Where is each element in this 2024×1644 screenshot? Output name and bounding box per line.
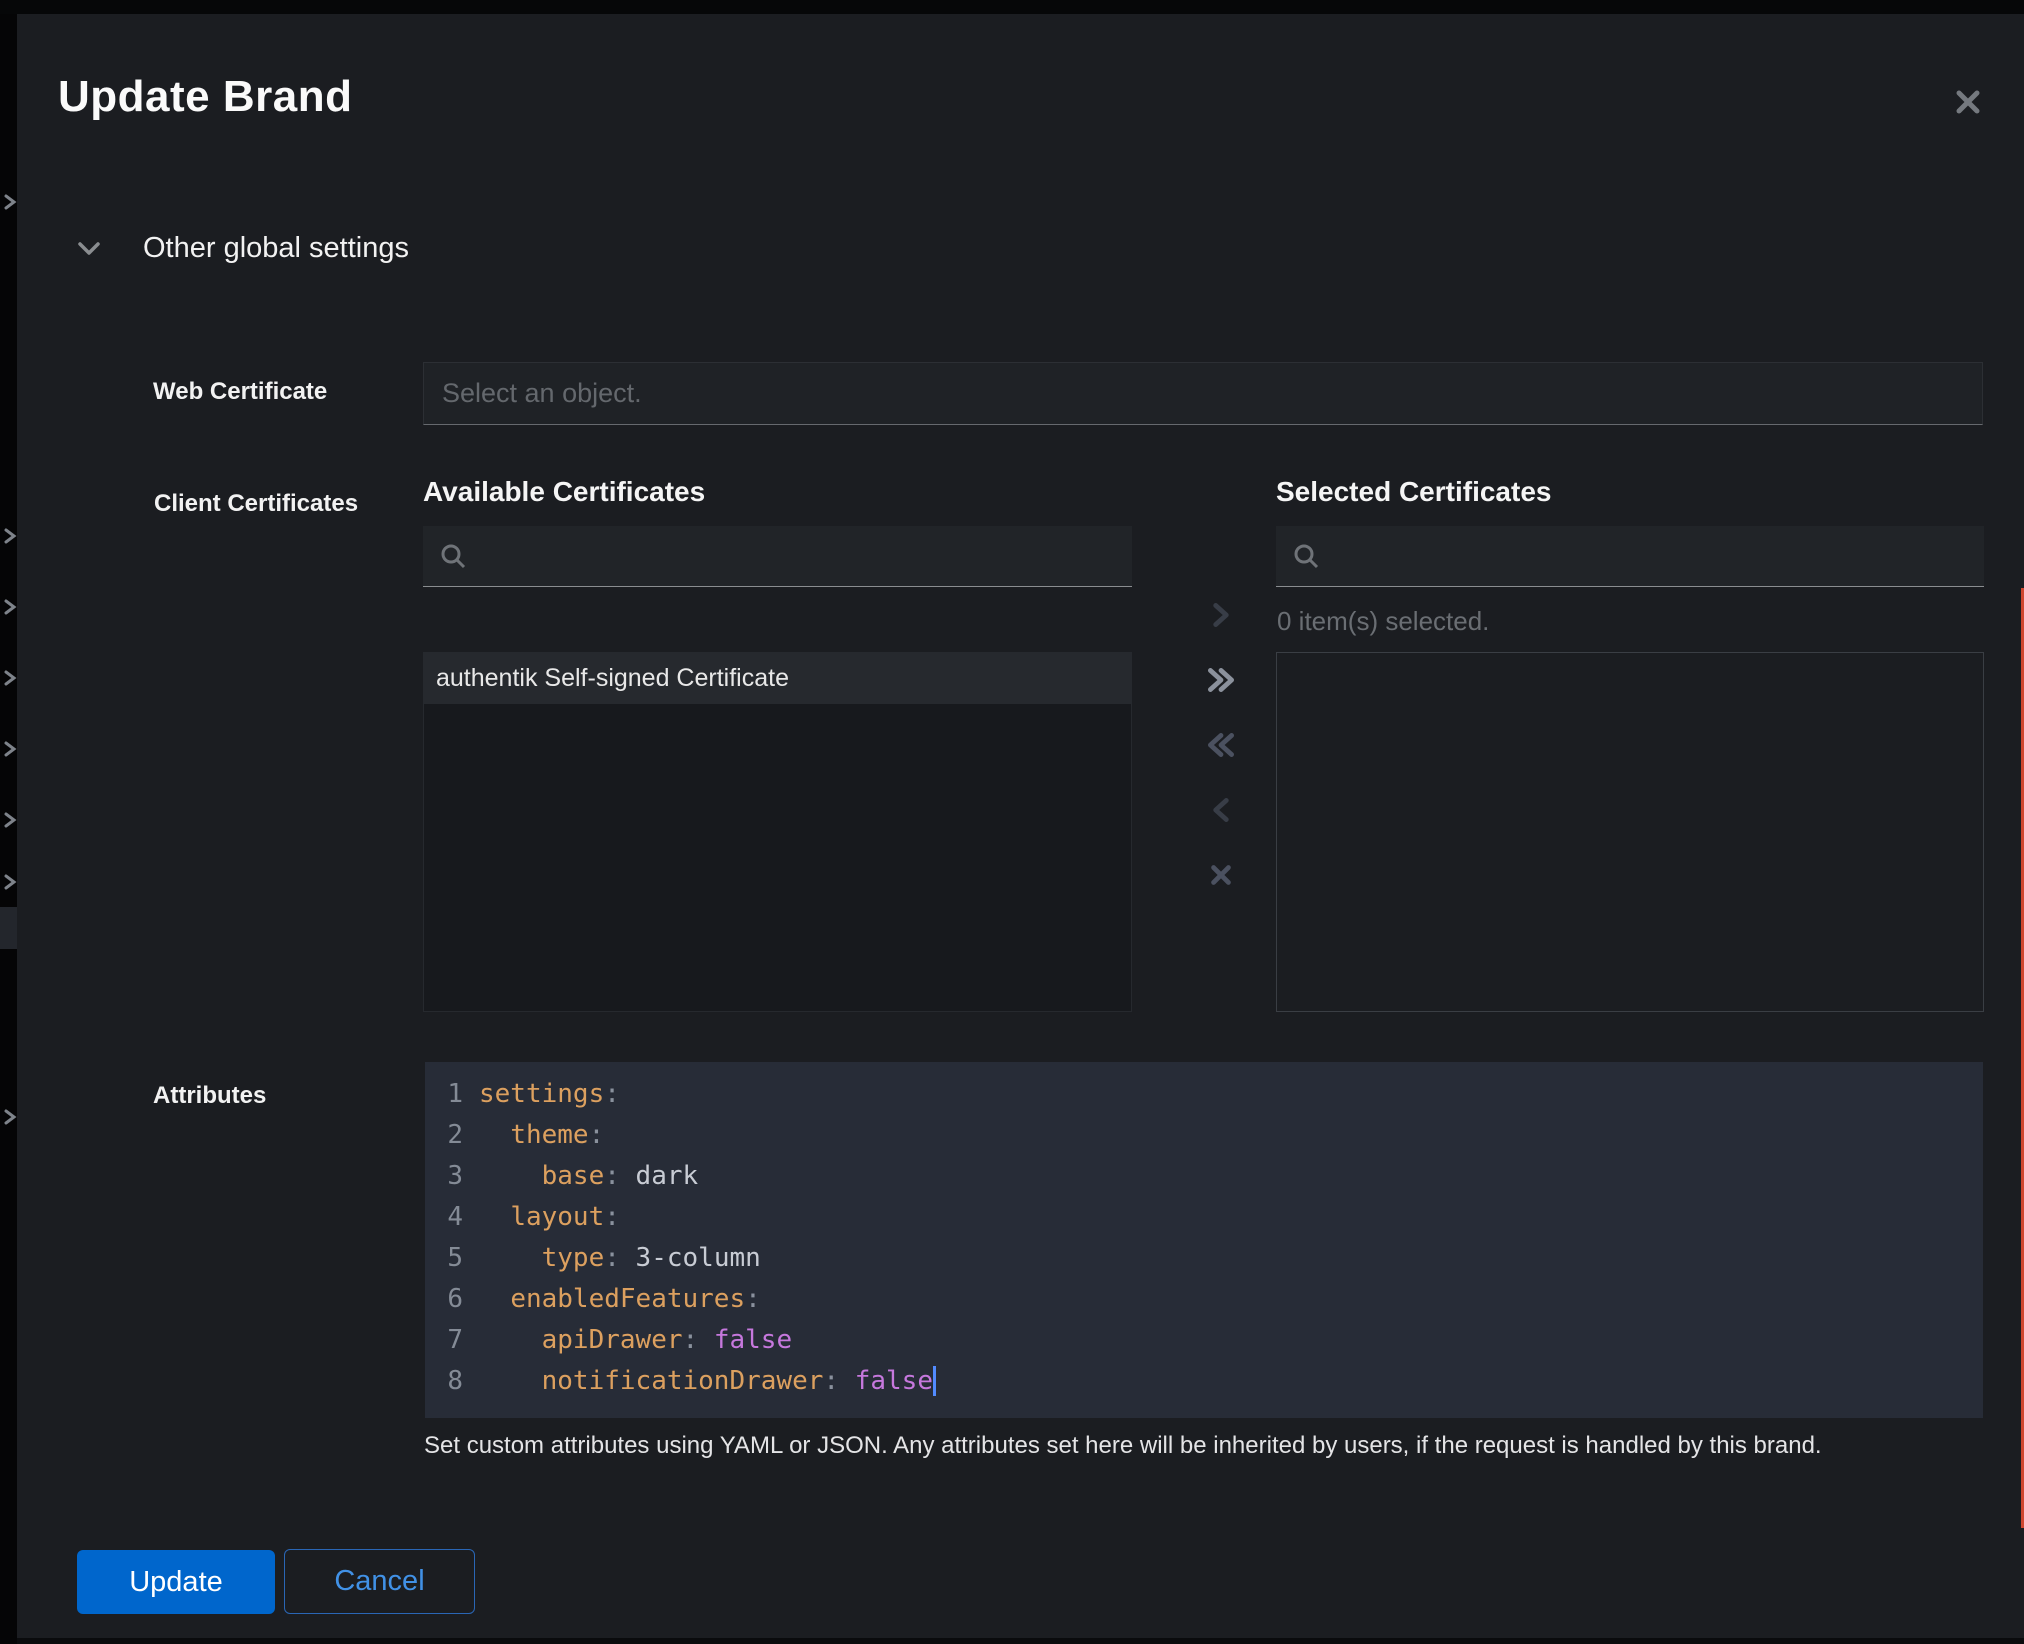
search-icon <box>1292 542 1320 570</box>
chevron-right-icon <box>3 194 17 210</box>
selected-search-input[interactable] <box>1332 541 1968 572</box>
code-line: 7 apiDrawer: false <box>441 1320 1967 1361</box>
web-certificate-select[interactable] <box>423 362 1983 425</box>
line-number: 6 <box>441 1279 463 1320</box>
code-line: 5 type: 3-column <box>441 1238 1967 1279</box>
available-certificates-heading: Available Certificates <box>423 476 705 508</box>
angle-double-right-icon <box>1204 663 1238 697</box>
available-certificates-list: authentik Self-signed Certificate <box>423 652 1132 1012</box>
chevron-right-icon <box>3 599 17 615</box>
line-number: 4 <box>441 1197 463 1238</box>
app-root: Update Brand Other global settings Web C… <box>0 0 2024 1644</box>
search-icon <box>439 542 467 570</box>
page-title: Update Brand <box>58 72 352 122</box>
section-toggle-other-global-settings[interactable]: Other global settings <box>77 232 409 265</box>
code-line: 6 enabledFeatures: <box>441 1279 1967 1320</box>
add-all-button[interactable] <box>1199 658 1243 702</box>
times-icon <box>1204 858 1238 892</box>
line-number: 1 <box>441 1074 463 1115</box>
chevron-right-icon <box>3 670 17 686</box>
transfer-controls <box>1184 593 1258 897</box>
page-edge-top <box>0 0 2024 14</box>
line-number: 7 <box>441 1320 463 1361</box>
sidebar-sliver <box>0 14 17 1644</box>
update-brand-modal: Update Brand Other global settings Web C… <box>17 14 2024 1638</box>
code-line: 2 theme: <box>441 1115 1967 1156</box>
angle-right-icon <box>1204 598 1238 632</box>
line-number: 2 <box>441 1115 463 1156</box>
chevron-down-icon <box>77 241 101 257</box>
line-number: 8 <box>441 1361 463 1402</box>
close-icon[interactable] <box>1942 76 1994 128</box>
available-search-input[interactable] <box>479 541 1116 572</box>
cancel-button[interactable]: Cancel <box>284 1549 475 1614</box>
chevron-right-icon <box>3 741 17 757</box>
add-selected-button[interactable] <box>1199 593 1243 637</box>
chevron-right-icon <box>3 874 17 890</box>
chevron-right-icon <box>3 812 17 828</box>
attributes-label: Attributes <box>153 1082 266 1110</box>
chevron-right-icon <box>3 528 17 544</box>
code-line: 4 layout: <box>441 1197 1967 1238</box>
code-line: 1settings: <box>441 1074 1967 1115</box>
available-search <box>423 526 1132 587</box>
attributes-code-editor[interactable]: 1settings:2 theme:3 base: dark4 layout:5… <box>425 1062 1983 1418</box>
selected-certificates-list <box>1276 652 1984 1012</box>
angle-double-left-icon <box>1204 728 1238 762</box>
angle-left-icon <box>1204 793 1238 827</box>
selected-status: 0 item(s) selected. <box>1277 606 1489 637</box>
code-line: 8 notificationDrawer: false <box>441 1361 1967 1402</box>
remove-selected-button[interactable] <box>1199 788 1243 832</box>
text-cursor <box>933 1366 936 1396</box>
web-certificate-label: Web Certificate <box>153 378 327 406</box>
client-certificates-label: Client Certificates <box>154 490 358 518</box>
sidebar-sliver-highlight <box>0 907 17 949</box>
code-line: 3 base: dark <box>441 1156 1967 1197</box>
selected-certificates-heading: Selected Certificates <box>1276 476 1551 508</box>
attributes-help-text: Set custom attributes using YAML or JSON… <box>424 1432 1954 1460</box>
list-item[interactable]: authentik Self-signed Certificate <box>424 653 1131 704</box>
line-number: 5 <box>441 1238 463 1279</box>
section-label: Other global settings <box>143 232 409 265</box>
remove-all-button[interactable] <box>1199 723 1243 767</box>
chevron-right-icon <box>3 1109 17 1125</box>
selected-search <box>1276 526 1984 587</box>
clear-selection-button[interactable] <box>1199 853 1243 897</box>
update-button[interactable]: Update <box>77 1550 275 1614</box>
line-number: 3 <box>441 1156 463 1197</box>
